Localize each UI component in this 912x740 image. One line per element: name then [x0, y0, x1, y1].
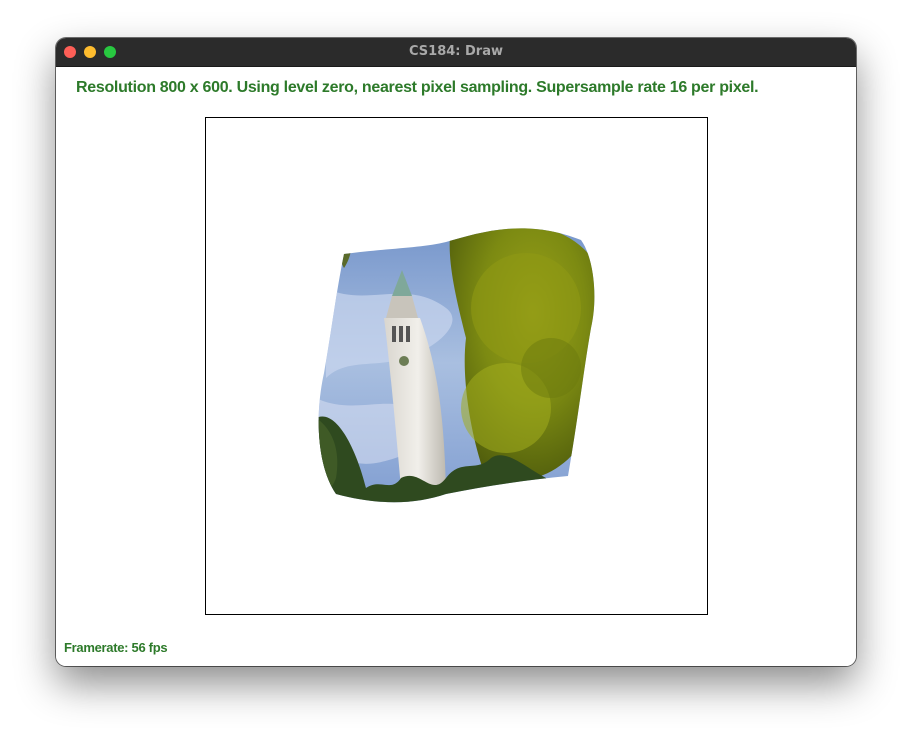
- framerate-readout: Framerate: 56 fps: [64, 640, 168, 655]
- draw-content[interactable]: Resolution 800 x 600. Using level zero, …: [56, 67, 856, 666]
- title-bar[interactable]: CS184: Draw: [56, 38, 856, 67]
- app-window: CS184: Draw Resolution 800 x 600. Using …: [56, 38, 856, 666]
- svg-canvas-viewport[interactable]: [205, 117, 708, 615]
- warped-texture-image: [318, 228, 595, 503]
- window-title: CS184: Draw: [409, 44, 503, 59]
- status-text: Resolution 800 x 600. Using level zero, …: [76, 79, 759, 96]
